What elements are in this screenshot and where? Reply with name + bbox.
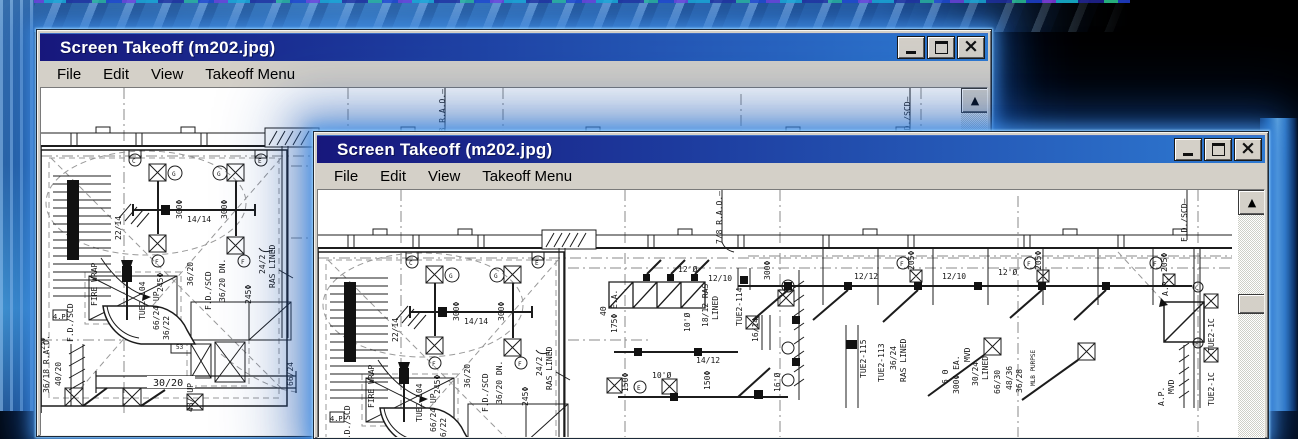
menu-takeoff[interactable]: Takeoff Menu	[471, 166, 583, 187]
menu-file[interactable]: File	[323, 166, 369, 187]
maximize-icon	[934, 41, 948, 54]
window-title: Screen Takeoff (m202.jpg)	[60, 37, 276, 57]
maximize-button[interactable]	[927, 36, 955, 59]
window-title: Screen Takeoff (m202.jpg)	[337, 139, 553, 159]
floor-plan-drawing	[318, 190, 1232, 437]
menu-takeoff[interactable]: Takeoff Menu	[194, 64, 306, 85]
desktop-glow-left	[0, 0, 34, 411]
menubar: File Edit View Takeoff Menu	[40, 61, 988, 87]
desktop: { "windows": { "back": { "title": "Scree…	[0, 0, 1298, 439]
plan-canvas[interactable]	[318, 190, 1238, 437]
maximize-button[interactable]	[1204, 138, 1232, 161]
scroll-up-button[interactable]: ▲	[961, 88, 987, 113]
titlebar[interactable]: Screen Takeoff (m202.jpg) ×	[317, 135, 1265, 163]
minimize-button[interactable]	[897, 36, 925, 59]
scroll-up-icon: ▲	[1247, 196, 1257, 209]
minimize-icon	[1183, 153, 1193, 156]
window-controls: ×	[1174, 138, 1262, 161]
desktop-glow-top	[0, 0, 1130, 32]
minimize-icon	[906, 51, 916, 54]
scroll-up-button[interactable]: ▲	[1238, 190, 1264, 215]
window-content: ▲	[317, 189, 1265, 438]
desktop-glitch-strip	[0, 0, 1130, 3]
window-controls: ×	[897, 36, 985, 59]
titlebar[interactable]: Screen Takeoff (m202.jpg) ×	[40, 33, 988, 61]
window-front: Screen Takeoff (m202.jpg) × File Edit Vi…	[313, 131, 1269, 439]
close-icon: ×	[963, 35, 979, 57]
minimize-button[interactable]	[1174, 138, 1202, 161]
close-icon: ×	[1240, 137, 1256, 159]
maximize-icon	[1211, 143, 1225, 156]
scroll-up-icon: ▲	[970, 94, 980, 107]
close-button[interactable]: ×	[1234, 138, 1262, 161]
vertical-scrollbar[interactable]: ▲	[1238, 190, 1264, 437]
menu-edit[interactable]: Edit	[369, 166, 417, 187]
menubar: File Edit View Takeoff Menu	[317, 163, 1265, 189]
menu-view[interactable]: View	[417, 166, 471, 187]
scrollbar-thumb[interactable]	[1238, 294, 1264, 314]
menu-view[interactable]: View	[140, 64, 194, 85]
menu-edit[interactable]: Edit	[92, 64, 140, 85]
menu-file[interactable]: File	[46, 64, 92, 85]
close-button[interactable]: ×	[957, 36, 985, 59]
